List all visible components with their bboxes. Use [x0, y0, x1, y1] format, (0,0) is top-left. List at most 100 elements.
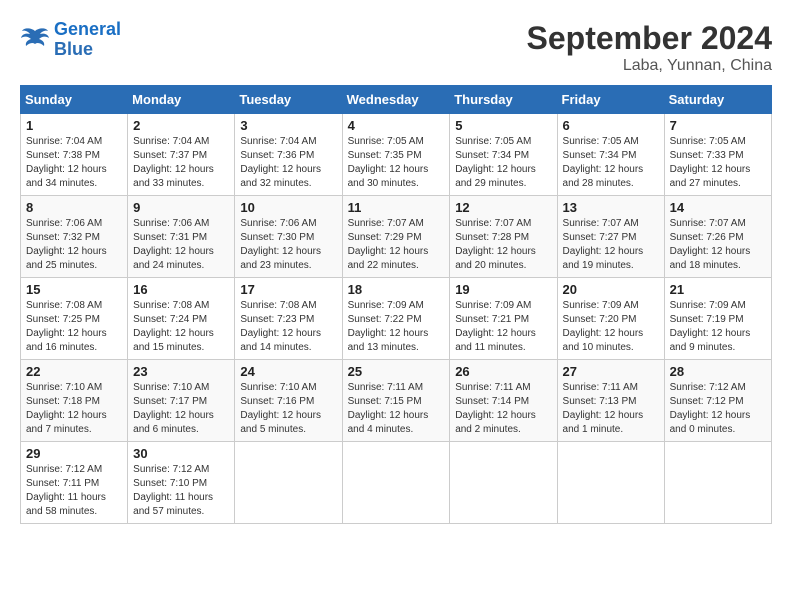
calendar-cell: 19 Sunrise: 7:09 AM Sunset: 7:21 PM Dayl… [450, 278, 557, 360]
calendar-cell: 27 Sunrise: 7:11 AM Sunset: 7:13 PM Dayl… [557, 360, 664, 442]
day-info: Sunrise: 7:08 AM Sunset: 7:25 PM Dayligh… [26, 299, 122, 355]
day-number: 29 [26, 446, 122, 461]
header-wednesday: Wednesday [342, 86, 450, 114]
day-info: Sunrise: 7:09 AM Sunset: 7:19 PM Dayligh… [670, 299, 766, 355]
day-info: Sunrise: 7:11 AM Sunset: 7:14 PM Dayligh… [455, 381, 551, 437]
week-row: 15 Sunrise: 7:08 AM Sunset: 7:25 PM Dayl… [21, 278, 772, 360]
day-number: 6 [563, 118, 659, 133]
logo-icon [20, 26, 50, 54]
week-row: 29 Sunrise: 7:12 AM Sunset: 7:11 PM Dayl… [21, 442, 772, 524]
day-number: 10 [240, 200, 336, 215]
header-row: Sunday Monday Tuesday Wednesday Thursday… [21, 86, 772, 114]
day-info: Sunrise: 7:12 AM Sunset: 7:10 PM Dayligh… [133, 463, 229, 519]
day-info: Sunrise: 7:06 AM Sunset: 7:30 PM Dayligh… [240, 217, 336, 273]
day-number: 24 [240, 364, 336, 379]
day-number: 18 [348, 282, 445, 297]
day-number: 17 [240, 282, 336, 297]
day-number: 22 [26, 364, 122, 379]
calendar-cell: 2 Sunrise: 7:04 AM Sunset: 7:37 PM Dayli… [128, 114, 235, 196]
calendar-cell: 28 Sunrise: 7:12 AM Sunset: 7:12 PM Dayl… [664, 360, 771, 442]
day-info: Sunrise: 7:06 AM Sunset: 7:31 PM Dayligh… [133, 217, 229, 273]
day-number: 23 [133, 364, 229, 379]
header-monday: Monday [128, 86, 235, 114]
header: General Blue September 2024 Laba, Yunnan… [20, 20, 772, 75]
header-saturday: Saturday [664, 86, 771, 114]
calendar-cell [664, 442, 771, 524]
header-thursday: Thursday [450, 86, 557, 114]
calendar-cell: 21 Sunrise: 7:09 AM Sunset: 7:19 PM Dayl… [664, 278, 771, 360]
day-number: 12 [455, 200, 551, 215]
day-info: Sunrise: 7:10 AM Sunset: 7:18 PM Dayligh… [26, 381, 122, 437]
header-friday: Friday [557, 86, 664, 114]
calendar-cell: 16 Sunrise: 7:08 AM Sunset: 7:24 PM Dayl… [128, 278, 235, 360]
calendar-cell: 15 Sunrise: 7:08 AM Sunset: 7:25 PM Dayl… [21, 278, 128, 360]
calendar-cell [235, 442, 342, 524]
day-number: 19 [455, 282, 551, 297]
day-info: Sunrise: 7:04 AM Sunset: 7:38 PM Dayligh… [26, 135, 122, 191]
day-number: 11 [348, 200, 445, 215]
calendar-cell: 14 Sunrise: 7:07 AM Sunset: 7:26 PM Dayl… [664, 196, 771, 278]
day-number: 28 [670, 364, 766, 379]
day-number: 7 [670, 118, 766, 133]
calendar-cell [450, 442, 557, 524]
day-number: 30 [133, 446, 229, 461]
day-info: Sunrise: 7:10 AM Sunset: 7:17 PM Dayligh… [133, 381, 229, 437]
day-info: Sunrise: 7:06 AM Sunset: 7:32 PM Dayligh… [26, 217, 122, 273]
calendar-cell [342, 442, 450, 524]
day-info: Sunrise: 7:05 AM Sunset: 7:34 PM Dayligh… [563, 135, 659, 191]
day-info: Sunrise: 7:09 AM Sunset: 7:21 PM Dayligh… [455, 299, 551, 355]
calendar-cell: 25 Sunrise: 7:11 AM Sunset: 7:15 PM Dayl… [342, 360, 450, 442]
calendar-cell: 1 Sunrise: 7:04 AM Sunset: 7:38 PM Dayli… [21, 114, 128, 196]
day-number: 21 [670, 282, 766, 297]
calendar-cell [557, 442, 664, 524]
day-info: Sunrise: 7:11 AM Sunset: 7:13 PM Dayligh… [563, 381, 659, 437]
location-subtitle: Laba, Yunnan, China [527, 57, 772, 75]
day-number: 2 [133, 118, 229, 133]
day-info: Sunrise: 7:07 AM Sunset: 7:29 PM Dayligh… [348, 217, 445, 273]
logo: General Blue [20, 20, 121, 60]
day-info: Sunrise: 7:04 AM Sunset: 7:37 PM Dayligh… [133, 135, 229, 191]
day-number: 4 [348, 118, 445, 133]
calendar-cell: 18 Sunrise: 7:09 AM Sunset: 7:22 PM Dayl… [342, 278, 450, 360]
day-info: Sunrise: 7:07 AM Sunset: 7:27 PM Dayligh… [563, 217, 659, 273]
day-info: Sunrise: 7:04 AM Sunset: 7:36 PM Dayligh… [240, 135, 336, 191]
day-number: 16 [133, 282, 229, 297]
day-number: 5 [455, 118, 551, 133]
calendar-cell: 10 Sunrise: 7:06 AM Sunset: 7:30 PM Dayl… [235, 196, 342, 278]
calendar-cell: 8 Sunrise: 7:06 AM Sunset: 7:32 PM Dayli… [21, 196, 128, 278]
day-info: Sunrise: 7:07 AM Sunset: 7:26 PM Dayligh… [670, 217, 766, 273]
calendar-cell: 5 Sunrise: 7:05 AM Sunset: 7:34 PM Dayli… [450, 114, 557, 196]
week-row: 1 Sunrise: 7:04 AM Sunset: 7:38 PM Dayli… [21, 114, 772, 196]
week-row: 22 Sunrise: 7:10 AM Sunset: 7:18 PM Dayl… [21, 360, 772, 442]
day-number: 8 [26, 200, 122, 215]
header-tuesday: Tuesday [235, 86, 342, 114]
calendar-cell: 7 Sunrise: 7:05 AM Sunset: 7:33 PM Dayli… [664, 114, 771, 196]
logo-text: General Blue [54, 20, 121, 60]
calendar-cell: 13 Sunrise: 7:07 AM Sunset: 7:27 PM Dayl… [557, 196, 664, 278]
day-number: 15 [26, 282, 122, 297]
calendar-cell: 11 Sunrise: 7:07 AM Sunset: 7:29 PM Dayl… [342, 196, 450, 278]
calendar-cell: 4 Sunrise: 7:05 AM Sunset: 7:35 PM Dayli… [342, 114, 450, 196]
day-info: Sunrise: 7:05 AM Sunset: 7:33 PM Dayligh… [670, 135, 766, 191]
month-title: September 2024 [527, 20, 772, 57]
day-info: Sunrise: 7:11 AM Sunset: 7:15 PM Dayligh… [348, 381, 445, 437]
day-info: Sunrise: 7:10 AM Sunset: 7:16 PM Dayligh… [240, 381, 336, 437]
day-number: 26 [455, 364, 551, 379]
calendar-cell: 26 Sunrise: 7:11 AM Sunset: 7:14 PM Dayl… [450, 360, 557, 442]
day-info: Sunrise: 7:05 AM Sunset: 7:35 PM Dayligh… [348, 135, 445, 191]
calendar-cell: 22 Sunrise: 7:10 AM Sunset: 7:18 PM Dayl… [21, 360, 128, 442]
calendar-cell: 12 Sunrise: 7:07 AM Sunset: 7:28 PM Dayl… [450, 196, 557, 278]
calendar-cell: 30 Sunrise: 7:12 AM Sunset: 7:10 PM Dayl… [128, 442, 235, 524]
day-number: 3 [240, 118, 336, 133]
day-number: 20 [563, 282, 659, 297]
week-row: 8 Sunrise: 7:06 AM Sunset: 7:32 PM Dayli… [21, 196, 772, 278]
day-info: Sunrise: 7:05 AM Sunset: 7:34 PM Dayligh… [455, 135, 551, 191]
day-info: Sunrise: 7:09 AM Sunset: 7:22 PM Dayligh… [348, 299, 445, 355]
calendar-cell: 6 Sunrise: 7:05 AM Sunset: 7:34 PM Dayli… [557, 114, 664, 196]
day-info: Sunrise: 7:08 AM Sunset: 7:24 PM Dayligh… [133, 299, 229, 355]
day-number: 27 [563, 364, 659, 379]
calendar-cell: 17 Sunrise: 7:08 AM Sunset: 7:23 PM Dayl… [235, 278, 342, 360]
header-sunday: Sunday [21, 86, 128, 114]
day-number: 1 [26, 118, 122, 133]
calendar-cell: 24 Sunrise: 7:10 AM Sunset: 7:16 PM Dayl… [235, 360, 342, 442]
